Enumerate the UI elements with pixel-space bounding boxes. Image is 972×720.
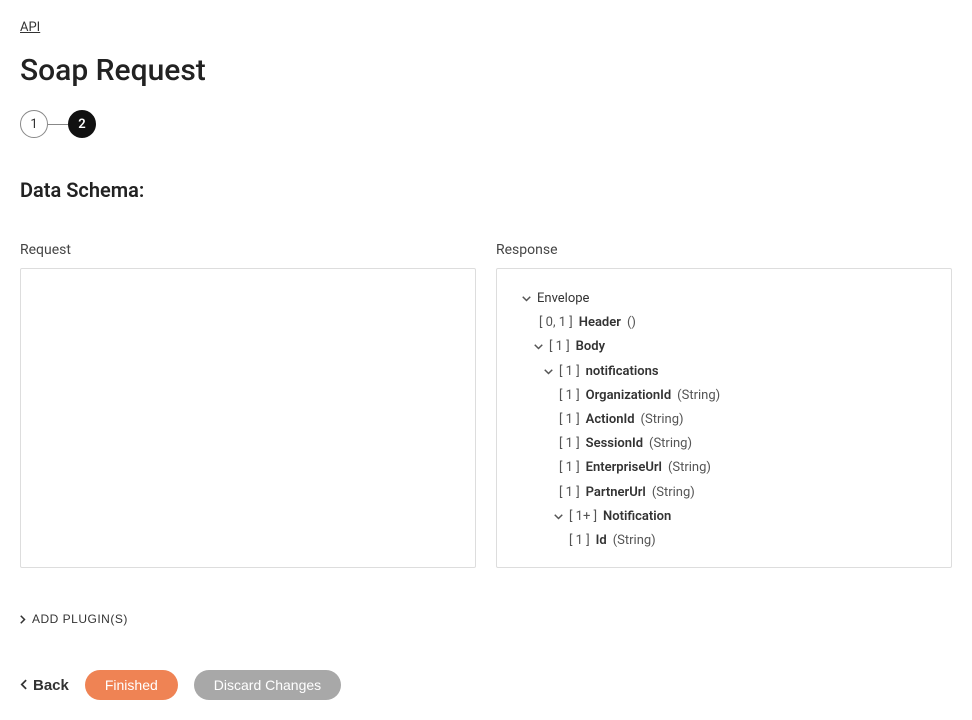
node-label: ActionId [586,411,635,429]
breadcrumb: API [20,20,952,35]
node-label: OrganizationId [586,387,672,405]
tree-node-organizationid[interactable]: [ 1 ] OrganizationId (String) [511,384,937,408]
tree-node-envelope[interactable]: Envelope [511,287,937,311]
node-type: () [627,314,636,332]
node-cardinality: [ 1 ] [559,411,580,429]
tree-node-notifications[interactable]: [ 1 ] notifications [511,360,937,384]
node-label: SessionId [586,435,643,453]
bottom-bar: Back Finished Discard Changes [20,670,952,700]
discard-button[interactable]: Discard Changes [194,670,341,700]
tree-node-body[interactable]: [ 1 ] Body [511,335,937,359]
chevron-down-icon [543,369,553,375]
node-cardinality: [ 1 ] [569,532,590,550]
tree-node-header[interactable]: [ 0, 1 ] Header () [511,311,937,335]
chevron-left-icon [20,677,27,694]
node-type: (String) [649,435,692,453]
tree-node-notification[interactable]: [ 1+ ] Notification [511,505,937,529]
request-column: Request [20,242,476,568]
node-cardinality: [ 1 ] [559,363,580,381]
tree-node-id[interactable]: [ 1 ] Id (String) [511,529,937,553]
chevron-down-icon [521,296,531,302]
step-connector [48,124,68,125]
node-label: notifications [586,363,659,381]
node-cardinality: [ 0, 1 ] [539,314,573,332]
back-label: Back [33,677,69,694]
request-panel[interactable] [20,268,476,568]
add-plugin-label: ADD PLUGIN(S) [32,612,128,626]
node-type: (String) [613,532,656,550]
node-label: Envelope [537,290,589,308]
node-label: Id [596,532,607,550]
node-type: (String) [668,459,711,477]
node-label: Header [579,314,621,332]
tree-node-actionid[interactable]: [ 1 ] ActionId (String) [511,408,937,432]
stepper: 1 2 [20,110,952,138]
node-label: EnterpriseUrl [586,459,662,477]
node-cardinality: [ 1 ] [559,459,580,477]
chevron-down-icon [533,344,543,350]
node-cardinality: [ 1 ] [559,387,580,405]
step-2[interactable]: 2 [68,110,96,138]
node-cardinality: [ 1 ] [559,435,580,453]
schema-columns: Request Response Envelope [ 0, 1 ] Heade… [20,242,952,568]
node-cardinality: [ 1+ ] [569,508,597,526]
tree-node-sessionid[interactable]: [ 1 ] SessionId (String) [511,432,937,456]
node-cardinality: [ 1 ] [549,338,570,356]
response-panel[interactable]: Envelope [ 0, 1 ] Header () [ 1 ] Body [496,268,952,568]
tree-node-enterpriseurl[interactable]: [ 1 ] EnterpriseUrl (String) [511,456,937,480]
breadcrumb-api-link[interactable]: API [20,20,40,35]
page-title: Soap Request [20,53,952,88]
node-type: (String) [652,484,695,502]
response-label: Response [496,242,952,258]
node-label: PartnerUrl [586,484,646,502]
node-type: (String) [641,411,684,429]
node-label: Notification [603,508,671,526]
step-1[interactable]: 1 [20,110,48,138]
chevron-right-icon [20,615,26,624]
node-label: Body [576,338,605,356]
node-cardinality: [ 1 ] [559,484,580,502]
add-plugin-button[interactable]: ADD PLUGIN(S) [20,608,128,630]
chevron-down-icon [553,514,563,520]
back-button[interactable]: Back [20,677,69,694]
section-title: Data Schema: [20,178,952,202]
request-label: Request [20,242,476,258]
tree-node-partnerurl[interactable]: [ 1 ] PartnerUrl (String) [511,481,937,505]
node-type: (String) [677,387,720,405]
finished-button[interactable]: Finished [85,670,178,700]
response-column: Response Envelope [ 0, 1 ] Header () [ [496,242,952,568]
